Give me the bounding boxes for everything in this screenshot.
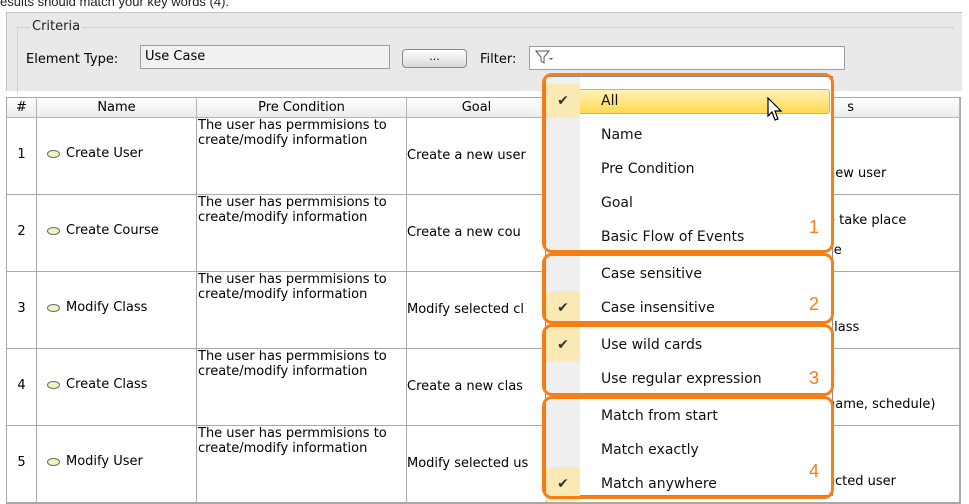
table-cell-pre-condition[interactable]: The user has permmisions to create/modif…	[197, 118, 407, 195]
group-outline-3	[542, 324, 834, 396]
group-number-2: 2	[809, 294, 820, 314]
pre-condition-text: The user has permmisions to create/modif…	[198, 272, 387, 302]
flow-text: new user	[827, 166, 887, 181]
goal-text: Modify selected cl	[407, 302, 524, 317]
use-case-name: Create Class	[66, 377, 148, 392]
use-case-icon	[47, 149, 60, 158]
element-type-label: Element Type:	[26, 52, 119, 67]
filter-input[interactable]	[529, 46, 845, 70]
use-case-icon	[47, 303, 60, 312]
table-cell-name[interactable]: Create User	[37, 118, 197, 195]
column-header-pre-condition[interactable]: Pre Condition	[197, 98, 407, 118]
goal-text: Modify selected us	[407, 456, 529, 471]
group-outline-4	[542, 396, 834, 499]
table-cell-goal[interactable]: Modify selected us	[407, 426, 547, 503]
table-cell-pre-condition[interactable]: The user has permmisions to create/modif…	[197, 349, 407, 426]
table-cell-number[interactable]: 1	[7, 118, 37, 195]
table-cell-pre-condition[interactable]: The user has permmisions to create/modif…	[197, 272, 407, 349]
element-type-field[interactable]: Use Case	[140, 45, 390, 69]
use-case-name: Create User	[66, 146, 143, 161]
table-cell-goal[interactable]: Modify selected cl	[407, 272, 547, 349]
use-case-name: Modify Class	[66, 300, 148, 315]
table-cell-pre-condition[interactable]: The user has permmisions to create/modif…	[197, 426, 407, 503]
criteria-legend: Criteria	[30, 19, 83, 34]
pre-condition-text: The user has permmisions to create/modif…	[198, 195, 387, 225]
table-cell-number[interactable]: 5	[7, 426, 37, 503]
table-cell-name[interactable]: Create Class	[37, 349, 197, 426]
use-case-icon	[47, 457, 60, 466]
table-cell-goal[interactable]: Create a new cou	[407, 195, 547, 272]
use-case-icon	[47, 380, 60, 389]
column-header-number[interactable]: #	[7, 98, 37, 118]
table-cell-pre-condition[interactable]: The user has permmisions to create/modif…	[197, 195, 407, 272]
row-number: 4	[17, 378, 26, 393]
goal-text: Create a new cou	[407, 225, 521, 240]
goal-text: Create a new clas	[407, 379, 523, 394]
table-cell-number[interactable]: 4	[7, 349, 37, 426]
group-number-3: 3	[809, 368, 820, 388]
use-case-icon	[47, 226, 60, 235]
browse-button[interactable]: ...	[402, 49, 467, 68]
caption-text: esults should match your key words (4).	[0, 0, 230, 9]
group-outline-1	[542, 73, 834, 253]
mouse-cursor-icon	[767, 96, 785, 127]
group-number-1: 1	[809, 217, 820, 237]
pre-condition-text: The user has permmisions to create/modif…	[198, 426, 387, 456]
table-cell-number[interactable]: 2	[7, 195, 37, 272]
flow-text: e take place	[827, 213, 907, 228]
table-cell-name[interactable]: Modify Class	[37, 272, 197, 349]
table-cell-name[interactable]: Modify User	[37, 426, 197, 503]
row-number: 3	[17, 301, 26, 316]
row-number: 2	[17, 224, 26, 239]
use-case-name: Modify User	[66, 454, 143, 469]
table-cell-name[interactable]: Create Course	[37, 195, 197, 272]
table-cell-goal[interactable]: Create a new user	[407, 118, 547, 195]
filter-label: Filter:	[480, 52, 517, 67]
row-number: 5	[17, 455, 26, 470]
column-header-goal[interactable]: Goal	[407, 98, 547, 118]
group-number-4: 4	[809, 461, 820, 481]
funnel-icon[interactable]	[534, 50, 553, 69]
pre-condition-text: The user has permmisions to create/modif…	[198, 118, 387, 148]
column-header-name[interactable]: Name	[37, 98, 197, 118]
goal-text: Create a new user	[407, 148, 526, 163]
pre-condition-text: The user has permmisions to create/modif…	[198, 349, 387, 379]
group-outline-2	[542, 253, 834, 324]
row-number: 1	[17, 147, 26, 162]
flow-text: name, schedule)	[827, 397, 936, 412]
table-cell-number[interactable]: 3	[7, 272, 37, 349]
table-cell-goal[interactable]: Create a new clas	[407, 349, 547, 426]
flow-text: ected user	[827, 474, 896, 489]
use-case-name: Create Course	[66, 223, 159, 238]
